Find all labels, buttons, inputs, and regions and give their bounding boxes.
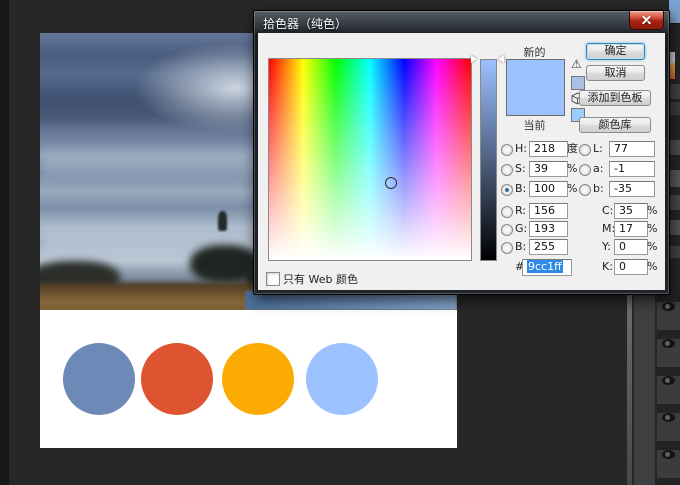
r-input[interactable]: 156	[529, 203, 568, 219]
gamut-swatch[interactable]	[571, 76, 585, 90]
hex-selected-text: 9cc1ff	[527, 260, 563, 273]
eye-icon	[662, 376, 675, 385]
eye-icon	[662, 302, 675, 311]
color-picker-dialog: 拾色器（纯色） 新的 当前 ⚠ H: 218 度 S: 39 % B: 100 …	[253, 10, 670, 295]
dialog-body: 新的 当前 ⚠ H: 218 度 S: 39 % B: 100 % R: 156…	[258, 33, 665, 290]
lab-b-label: b:	[593, 182, 604, 195]
lab-b-input[interactable]: -35	[609, 181, 655, 197]
palette-circle-4	[306, 343, 378, 415]
palette-circle-1	[63, 343, 135, 415]
radio-g[interactable]	[501, 224, 513, 236]
saturation-field[interactable]	[268, 58, 472, 261]
s-label: S:	[515, 162, 526, 175]
slider-arrow-left-icon[interactable]	[471, 55, 477, 63]
a-label: a:	[593, 162, 604, 175]
dialog-titlebar[interactable]: 拾色器（纯色）	[254, 11, 669, 33]
m-input[interactable]: 17	[614, 221, 648, 237]
only-web-colors-checkbox[interactable]	[266, 272, 280, 286]
y-input[interactable]: 0	[614, 239, 648, 255]
close-button[interactable]	[629, 11, 664, 30]
b-unit: %	[567, 182, 578, 195]
add-to-swatches-button[interactable]: 添加到色板	[579, 90, 651, 106]
g-input[interactable]: 193	[529, 221, 568, 237]
s-unit: %	[567, 162, 578, 175]
ok-button[interactable]: 确定	[586, 43, 645, 60]
c-input[interactable]: 35	[614, 203, 648, 219]
eye-icon	[662, 450, 675, 459]
y-unit: %	[647, 240, 658, 253]
layer-visibility-toggle[interactable]	[657, 413, 680, 441]
r-label: R:	[515, 204, 527, 217]
color-field-marker[interactable]	[385, 177, 397, 190]
b2-label: B:	[515, 240, 527, 253]
y-label: Y:	[602, 240, 611, 253]
layer-visibility-column	[657, 293, 680, 485]
a-input[interactable]: -1	[609, 161, 655, 177]
color-libraries-button[interactable]: 颜色库	[579, 117, 651, 133]
b-input[interactable]: 100	[529, 181, 568, 197]
brightness-slider[interactable]	[480, 59, 497, 261]
layers-panel-edge	[633, 293, 655, 485]
l-label: L:	[593, 142, 603, 155]
l-input[interactable]: 77	[609, 141, 655, 157]
radio-lab-b[interactable]	[579, 184, 591, 196]
c-label: C:	[602, 204, 614, 217]
cancel-button[interactable]: 取消	[586, 65, 645, 81]
m-unit: %	[647, 222, 658, 235]
radio-s[interactable]	[501, 164, 513, 176]
s-input[interactable]: 39	[529, 161, 568, 177]
h-label: H:	[515, 142, 527, 155]
layer-visibility-toggle[interactable]	[657, 450, 680, 478]
radio-b-selected[interactable]	[501, 184, 513, 196]
photo-tree	[218, 211, 227, 231]
dialog-title: 拾色器（纯色）	[263, 17, 348, 31]
b2-input[interactable]: 255	[529, 239, 568, 255]
only-web-colors-label: 只有 Web 颜色	[283, 273, 358, 286]
b-label: B:	[515, 182, 527, 195]
palette-circle-3	[222, 343, 294, 415]
workspace-left-edge	[0, 0, 9, 485]
layer-visibility-toggle[interactable]	[657, 376, 680, 404]
radio-l[interactable]	[579, 144, 591, 156]
panel-divider[interactable]	[627, 293, 632, 485]
eye-icon	[662, 339, 675, 348]
k-input[interactable]: 0	[614, 259, 648, 275]
slider-arrow-right-icon[interactable]	[498, 55, 504, 63]
k-unit: %	[647, 260, 658, 273]
c-unit: %	[647, 204, 658, 217]
h-input[interactable]: 218	[529, 141, 568, 157]
radio-b2[interactable]	[501, 242, 513, 254]
new-current-swatch	[506, 59, 565, 116]
new-color-label: 新的	[523, 46, 546, 59]
h-unit: 度	[567, 142, 578, 155]
hex-input[interactable]: 9cc1ff	[522, 259, 572, 276]
current-color-label: 当前	[523, 119, 546, 132]
gamut-warning-icon[interactable]: ⚠	[571, 57, 582, 71]
g-label: G:	[515, 222, 528, 235]
radio-a[interactable]	[579, 164, 591, 176]
clipped-panel-swatch	[669, 0, 680, 24]
radio-h[interactable]	[501, 144, 513, 156]
palette-circle-2	[141, 343, 213, 415]
layer-visibility-toggle[interactable]	[657, 339, 680, 367]
layer-visibility-toggle[interactable]	[657, 302, 680, 330]
k-label: K:	[602, 260, 613, 273]
eye-icon	[662, 413, 675, 422]
radio-r[interactable]	[501, 206, 513, 218]
